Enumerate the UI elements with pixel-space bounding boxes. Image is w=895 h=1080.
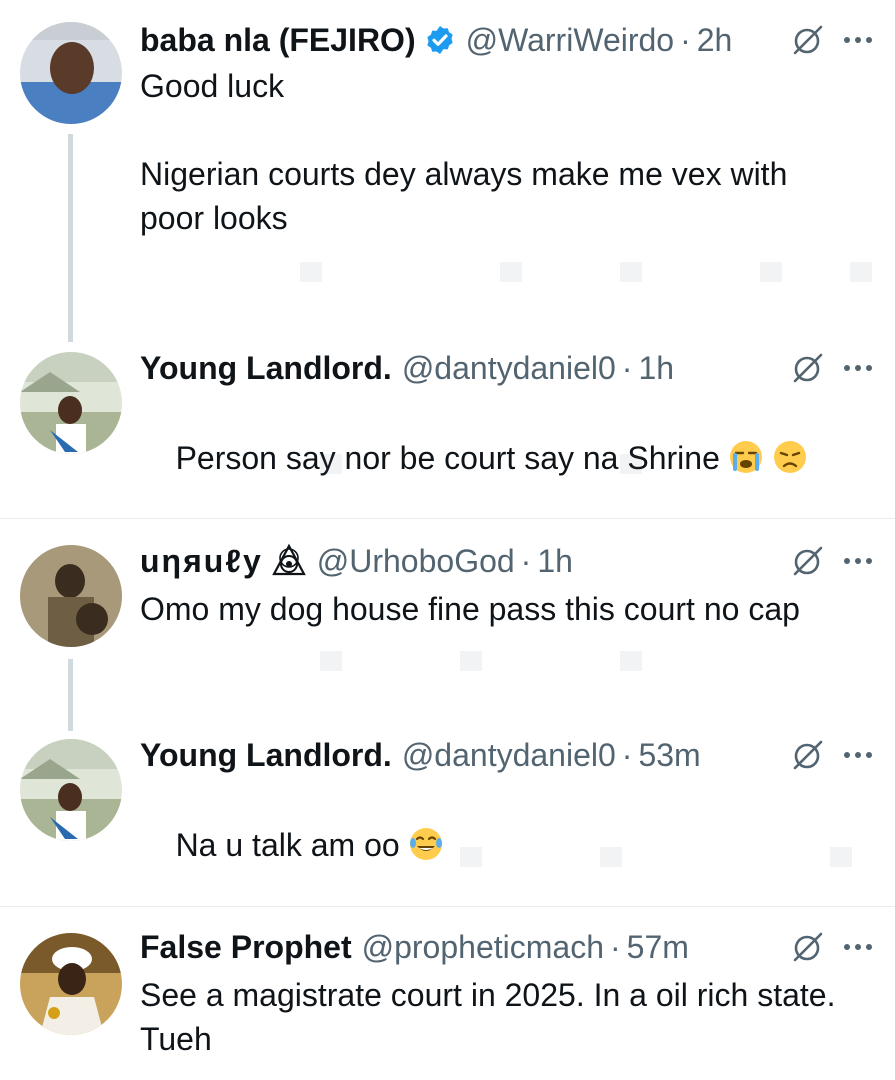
like-icon[interactable] — [620, 262, 642, 282]
timestamp[interactable]: 1h — [537, 541, 573, 581]
grok-icon[interactable] — [791, 544, 825, 578]
more-options-icon[interactable] — [843, 942, 873, 952]
share-icon[interactable] — [830, 847, 852, 867]
tweet-text: Na u talk am oo — [140, 779, 860, 911]
more-options-icon[interactable] — [843, 35, 873, 45]
views-icon[interactable] — [600, 847, 622, 867]
avatar-urhobogod[interactable] — [20, 545, 122, 647]
action-bar — [300, 651, 860, 675]
views-icon[interactable] — [760, 262, 782, 282]
grok-icon[interactable] — [791, 930, 825, 964]
display-name[interactable]: Young Landlord. — [140, 735, 392, 775]
reply-icon[interactable] — [320, 651, 342, 671]
thread-line — [68, 134, 73, 342]
tweet-text: See a magistrate court in 2025. In a oil… — [140, 977, 844, 1057]
tweet-5[interactable]: False Prophet @propheticmach · 57m See a… — [0, 907, 895, 1080]
action-bar — [300, 262, 872, 286]
handle[interactable]: @dantydaniel0 — [402, 348, 616, 388]
tweet-header: False Prophet @propheticmach · 57m — [140, 927, 873, 967]
like-icon[interactable] — [620, 651, 642, 671]
display-name[interactable]: baba nla (FEJIRO) — [140, 20, 416, 60]
timestamp[interactable]: 57m — [627, 927, 689, 967]
illuminati-eye-icon — [271, 543, 306, 576]
repost-icon[interactable] — [620, 454, 642, 474]
grok-icon[interactable] — [791, 738, 825, 772]
repost-icon[interactable] — [460, 651, 482, 671]
separator-dot: · — [621, 350, 633, 386]
grok-icon[interactable] — [791, 351, 825, 385]
display-name[interactable]: uηяuℓy — [140, 541, 263, 581]
timestamp[interactable]: 1h — [638, 348, 674, 388]
tweet-header: Young Landlord. @dantydaniel0 · 53m — [140, 735, 873, 775]
more-options-icon[interactable] — [843, 750, 873, 760]
share-icon[interactable] — [850, 262, 872, 282]
tweet-4[interactable]: Young Landlord. @dantydaniel0 · 53m Na u… — [0, 731, 895, 906]
tweet-1[interactable]: baba nla (FEJIRO) @WarriWeirdo · 2h Good… — [0, 0, 895, 342]
handle[interactable]: @dantydaniel0 — [402, 735, 616, 775]
tweet-text: Good luck Nigerian courts dey always mak… — [140, 68, 788, 236]
avatar-young-landlord[interactable] — [20, 739, 122, 841]
separator-dot: · — [680, 22, 691, 58]
timestamp[interactable]: 53m — [638, 735, 700, 775]
separator-dot: · — [621, 737, 633, 773]
repost-icon[interactable] — [500, 262, 522, 282]
grok-icon[interactable] — [791, 23, 825, 57]
tweet-text: Omo my dog house fine pass this court no… — [140, 591, 800, 627]
display-name[interactable]: Young Landlord. — [140, 348, 392, 388]
avatar-young-landlord[interactable] — [20, 352, 122, 454]
action-bar — [300, 454, 860, 478]
separator-dot: · — [609, 929, 621, 965]
handle[interactable]: @propheticmach — [362, 927, 604, 967]
display-name[interactable]: False Prophet — [140, 927, 352, 967]
like-icon[interactable] — [460, 847, 482, 867]
timestamp[interactable]: 2h — [697, 20, 733, 60]
more-options-icon[interactable] — [843, 363, 873, 373]
reply-icon[interactable] — [300, 262, 322, 282]
tweet-3[interactable]: uηяuℓy @UrhoboGod · 1h Omo my dog house … — [0, 519, 895, 731]
tweet-header: uηяuℓy @UrhoboGod · 1h — [140, 541, 873, 581]
tweet-header: Young Landlord. @dantydaniel0 · 1h — [140, 348, 873, 388]
handle[interactable]: @UrhoboGod — [317, 541, 515, 581]
tweet-2[interactable]: Young Landlord. @dantydaniel0 · 1h Perso… — [0, 340, 895, 518]
action-bar — [300, 847, 860, 871]
reply-icon[interactable] — [320, 454, 342, 474]
separator-dot: · — [520, 543, 532, 579]
more-options-icon[interactable] — [843, 556, 873, 566]
avatar-fejiro[interactable] — [20, 22, 122, 124]
handle[interactable]: @WarriWeirdo — [466, 20, 675, 60]
verified-badge-icon — [426, 26, 453, 54]
thread-line — [68, 659, 73, 731]
tweet-header: baba nla (FEJIRO) @WarriWeirdo · 2h — [140, 20, 873, 60]
avatar-false-prophet[interactable] — [20, 933, 122, 1035]
